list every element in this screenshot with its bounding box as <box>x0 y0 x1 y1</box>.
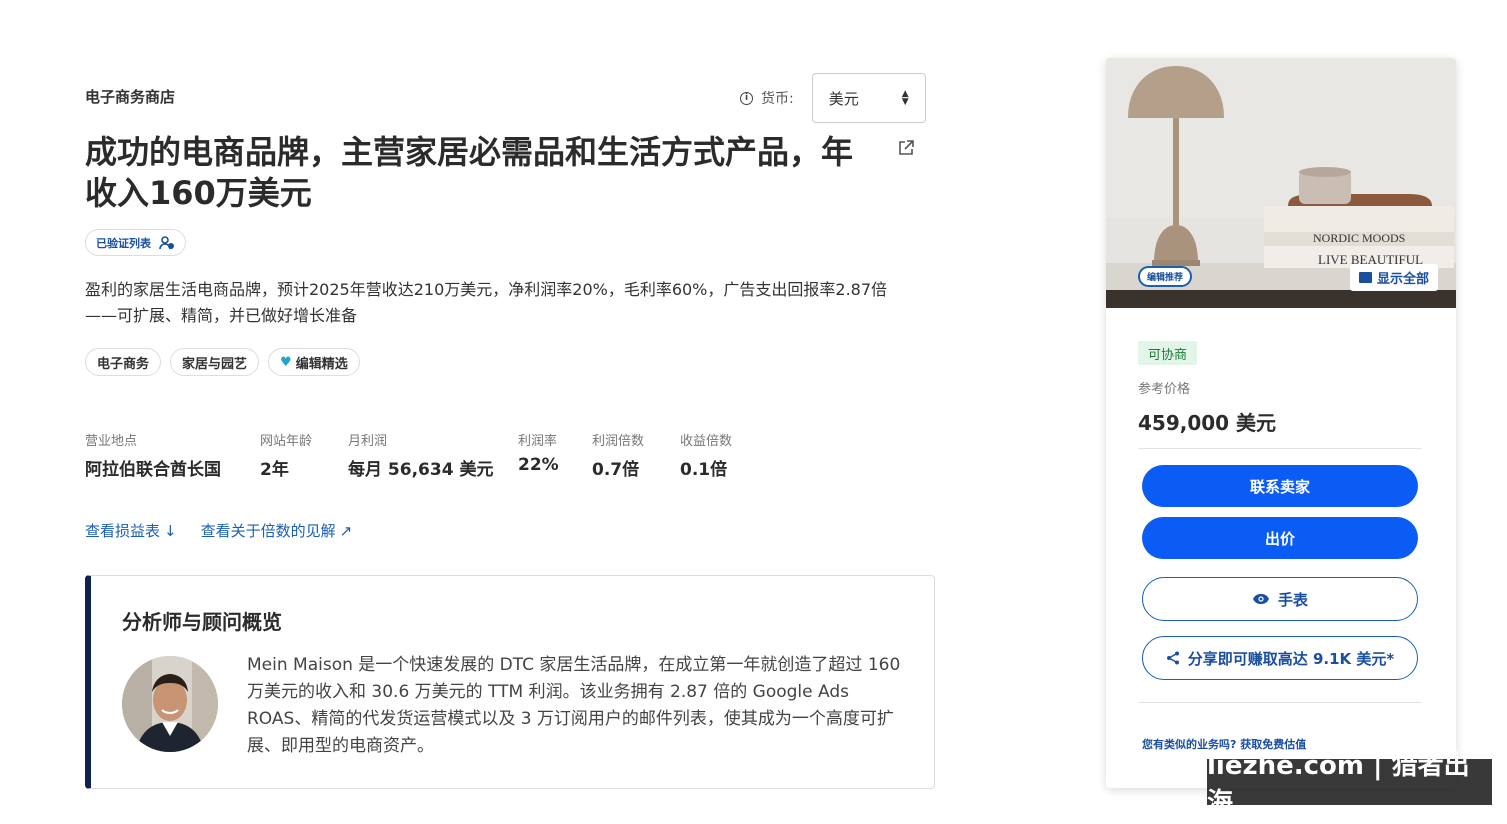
share-earn-button[interactable]: 分享即可赚取高达 9.1K 美元* <box>1142 636 1418 680</box>
watch-button[interactable]: 手表 <box>1142 577 1418 621</box>
asking-price: 459,000 美元 <box>1138 411 1277 435</box>
stat-value: 22% <box>518 455 559 475</box>
editors-pick-badge: 编辑推荐 <box>1138 266 1193 287</box>
select-arrows-icon: ▲ ▼ <box>901 89 909 107</box>
heart-icon: ♥ <box>280 354 292 370</box>
stat-value: 每月 56,634 美元 <box>348 460 494 480</box>
analyst-avatar <box>122 656 218 752</box>
external-link-icon[interactable] <box>897 139 915 157</box>
stat-label: 网站年龄 <box>260 434 313 449</box>
stat-label: 营业地点 <box>85 434 138 449</box>
share-icon <box>1166 651 1179 665</box>
analyst-text: Mein Maison 是一个快速发展的 DTC 家居生活品牌，在成立第一年就创… <box>247 655 901 756</box>
view-multiples-link[interactable]: 查看关于倍数的见解 ↗ <box>201 520 353 541</box>
stat-value: 2年 <box>260 460 289 480</box>
reference-price-label: 参考价格 <box>1138 382 1191 397</box>
currency-select[interactable]: 美元 ▲ ▼ <box>811 73 926 123</box>
stat-profit-multiple: 利润倍数 0.7倍 <box>592 430 644 480</box>
stat-label: 月利润 <box>348 434 388 449</box>
info-icon[interactable]: i <box>740 91 753 105</box>
currency-value: 美元 <box>828 89 859 108</box>
listing-title: 成功的电商品牌，主营家居必需品和生活方式产品，年收入160万美元 <box>85 133 854 212</box>
verified-users-icon <box>159 235 174 249</box>
analyst-overview-panel: 分析师与顾问概览 Mein Maison 是一个快速发展的 DTC 家居生活品牌… <box>85 575 935 789</box>
negotiable-badge: 可协商 <box>1138 341 1198 365</box>
stat-profit-margin: 利润率 22% <box>518 430 559 475</box>
stat-value: 0.1倍 <box>680 460 728 480</box>
make-offer-button[interactable]: 出价 <box>1142 517 1418 559</box>
external-link-icon: ↗ <box>339 522 353 540</box>
divider <box>1138 702 1422 703</box>
tag-home-garden[interactable]: 家居与园艺 <box>170 348 260 376</box>
stat-label: 利润倍数 <box>592 434 645 449</box>
tag-editors-pick[interactable]: ♥ 编辑精选 <box>268 348 360 376</box>
eye-icon <box>1252 594 1269 604</box>
category-label: 电子商务商店 <box>85 88 176 106</box>
contact-seller-button[interactable]: 联系卖家 <box>1142 465 1418 507</box>
image-icon <box>1359 272 1372 283</box>
listing-sidebar-card: NORDIC MOODS LIVE BEAUTIFUL 编辑推荐 显示全部 可协… <box>1106 58 1456 788</box>
stat-label: 收益倍数 <box>680 434 733 449</box>
stat-location: 营业地点 阿拉伯联合酋长国 <box>85 430 221 480</box>
currency-label: 货币: <box>761 91 794 107</box>
watermark: liezhe.com | 猎者出海 <box>1207 751 1492 818</box>
book-title-1: NORDIC MOODS <box>1313 231 1405 245</box>
view-pnl-link[interactable]: 查看损益表 ↓ <box>85 520 177 541</box>
verified-label: 已验证列表 <box>96 236 151 250</box>
arrow-down-icon: ↓ <box>164 522 177 540</box>
stat-monthly-profit: 月利润 每月 56,634 美元 <box>348 430 493 480</box>
divider <box>1138 448 1422 449</box>
listing-description: 盈利的家居生活电商品牌，预计2025年营收达210万美元，净利润率20%，毛利率… <box>85 280 888 325</box>
stat-site-age: 网站年龄 2年 <box>260 430 312 480</box>
currency-selector-group: i 货币: 美元 ▲ ▼ <box>740 73 926 123</box>
stat-value: 阿拉伯联合酋长国 <box>85 460 221 480</box>
stat-revenue-multiple: 收益倍数 0.1倍 <box>680 430 732 480</box>
stat-label: 利润率 <box>518 434 558 449</box>
tag-list: 电子商务 家居与园艺 ♥ 编辑精选 <box>85 348 360 376</box>
show-all-photos-button[interactable]: 显示全部 <box>1350 264 1439 291</box>
links-row: 查看损益表 ↓ 查看关于倍数的见解 ↗ <box>85 520 352 541</box>
analyst-heading: 分析师与顾问概览 <box>122 610 282 634</box>
tag-ecommerce[interactable]: 电子商务 <box>85 348 162 376</box>
verified-listing-badge[interactable]: 已验证列表 <box>85 229 186 256</box>
stat-value: 0.7倍 <box>592 460 640 480</box>
